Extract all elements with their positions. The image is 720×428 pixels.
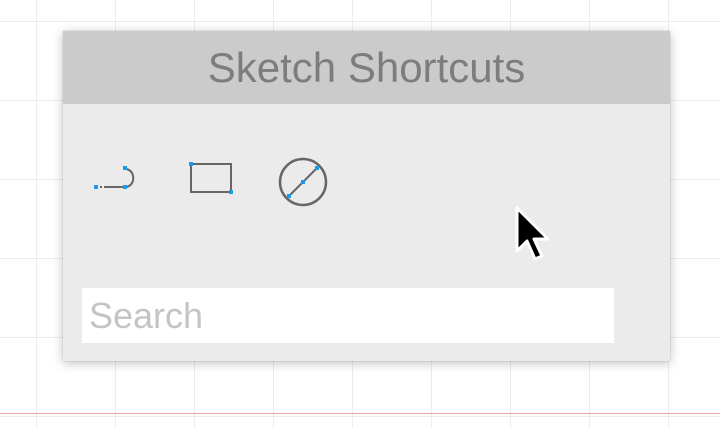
canvas-guide-line (0, 413, 720, 414)
sketch-shortcuts-panel: Sketch Shortcuts (63, 31, 670, 361)
search-input[interactable] (82, 288, 614, 343)
vector-path-icon (94, 166, 135, 189)
panel-header[interactable]: Sketch Shortcuts (63, 31, 670, 104)
oval-tool-button[interactable] (275, 154, 331, 210)
oval-icon (278, 157, 328, 207)
rectangle-icon (189, 162, 233, 194)
mouse-pointer-icon (514, 205, 554, 268)
panel-title: Sketch Shortcuts (207, 43, 526, 91)
tool-shortcuts (63, 104, 670, 264)
rectangle-tool-button[interactable] (185, 158, 237, 198)
vector-tool-button[interactable] (92, 157, 148, 193)
